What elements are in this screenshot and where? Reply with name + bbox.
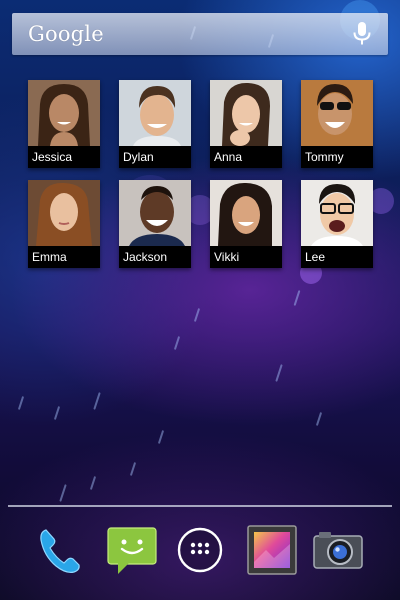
microphone-icon[interactable] — [350, 21, 374, 47]
google-logo: Google — [28, 22, 104, 46]
contact-photo — [301, 80, 373, 146]
phone-icon[interactable] — [32, 522, 88, 578]
wallpaper-streak — [173, 336, 181, 350]
contact-name-label: Tommy — [301, 146, 373, 168]
app-drawer-icon[interactable] — [172, 522, 228, 578]
contact-widget-jackson[interactable]: Jackson — [119, 180, 191, 268]
home-screen: Google Jessica Dylan Anna Tommy Emma Jac… — [0, 0, 400, 600]
wallpaper-streak — [315, 412, 323, 426]
contact-photo — [28, 180, 100, 246]
wallpaper-streak — [193, 308, 201, 322]
wallpaper-streak — [275, 364, 283, 382]
contact-photo — [301, 180, 373, 246]
wallpaper-streak — [89, 476, 97, 490]
wallpaper-streak — [59, 484, 67, 502]
google-search-bar[interactable]: Google — [12, 13, 388, 55]
contact-name-label: Jessica — [28, 146, 100, 168]
contact-widget-lee[interactable]: Lee — [301, 180, 373, 268]
contact-photo — [210, 180, 282, 246]
contact-name-label: Jackson — [119, 246, 191, 268]
contact-name-label: Vikki — [210, 246, 282, 268]
contact-name-label: Emma — [28, 246, 100, 268]
camera-icon[interactable] — [310, 522, 366, 578]
wallpaper-streak — [157, 430, 165, 444]
contact-widget-vikki[interactable]: Vikki — [210, 180, 282, 268]
contact-photo — [210, 80, 282, 146]
contact-widget-anna[interactable]: Anna — [210, 80, 282, 168]
wallpaper-streak — [17, 396, 25, 410]
gallery-icon[interactable] — [244, 522, 300, 578]
contact-name-label: Dylan — [119, 146, 191, 168]
contact-widget-tommy[interactable]: Tommy — [301, 80, 373, 168]
contact-widget-dylan[interactable]: Dylan — [119, 80, 191, 168]
wallpaper-streak — [93, 392, 101, 410]
messaging-icon[interactable] — [104, 522, 160, 578]
wallpaper-streak — [129, 462, 137, 476]
contact-name-label: Lee — [301, 246, 373, 268]
wallpaper-streak — [293, 290, 301, 306]
contact-photo — [119, 80, 191, 146]
contact-photo — [28, 80, 100, 146]
contact-widget-jessica[interactable]: Jessica — [28, 80, 100, 168]
contact-widget-emma[interactable]: Emma — [28, 180, 100, 268]
contact-name-label: Anna — [210, 146, 282, 168]
wallpaper-streak — [53, 406, 61, 420]
dock-divider — [8, 505, 392, 507]
contact-photo — [119, 180, 191, 246]
